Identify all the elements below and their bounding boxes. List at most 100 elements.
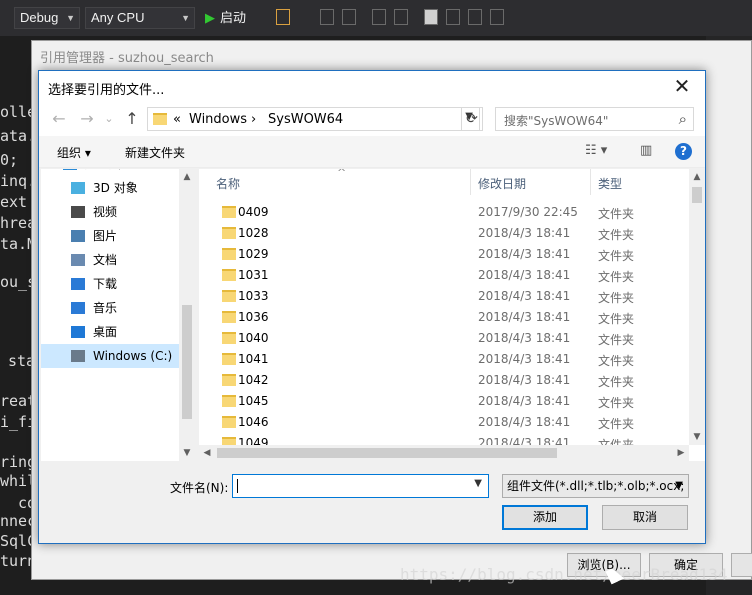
address-segment-syswow64[interactable]: SysWOW64 [268, 112, 343, 127]
chevron-down-icon[interactable]: ▼ [474, 478, 482, 489]
column-type[interactable]: 类型 [598, 175, 622, 192]
nav-item[interactable]: 桌面 [41, 320, 181, 344]
view-options-icon[interactable]: ☷ ▾ [585, 143, 607, 158]
3d-objects-icon [71, 182, 85, 194]
file-type: 文件夹 [598, 354, 635, 368]
toolbar-icon[interactable] [446, 9, 460, 25]
file-row[interactable]: 1029 2018/4/3 18:41 文件夹 [199, 244, 689, 265]
config-combo-value: Debug [20, 10, 59, 25]
scroll-left-icon[interactable]: ◀ [199, 445, 215, 461]
file-row[interactable]: 0409 2017/9/30 22:45 文件夹 [199, 202, 689, 223]
search-input[interactable]: 搜索"SysWOW64" ⌕ [495, 107, 694, 131]
nav-item-label: 音乐 [93, 301, 118, 315]
recent-locations-icon[interactable]: ⌄ [99, 109, 119, 129]
file-row[interactable]: 1045 2018/4/3 18:41 文件夹 [199, 391, 689, 412]
scroll-up-icon[interactable]: ▲ [689, 169, 705, 185]
search-placeholder: 搜索"SysWOW64" [504, 114, 609, 128]
documents-icon [71, 254, 85, 266]
folder-icon [222, 248, 236, 260]
bookmark-icon[interactable] [424, 9, 438, 25]
add-button[interactable]: 添加 [502, 505, 588, 530]
column-separator[interactable] [470, 169, 471, 195]
toolbar-icon[interactable] [394, 9, 408, 25]
address-bar[interactable]: « Windows › SysWOW64 ▼ [147, 107, 480, 131]
help-icon[interactable]: ? [675, 143, 692, 160]
file-name: 1042 [238, 373, 269, 387]
start-label: 启动 [220, 10, 247, 25]
nav-item-label: 桌面 [93, 325, 118, 339]
cancel-button[interactable] [731, 553, 752, 577]
file-type-select[interactable]: 组件文件(*.dll;*.tlb;*.olb;*.ocx; ▼ [502, 474, 689, 498]
file-row[interactable]: 1041 2018/4/3 18:41 文件夹 [199, 349, 689, 370]
address-prefix[interactable]: « [173, 112, 181, 127]
toolbar-icon[interactable] [342, 9, 356, 25]
up-arrow-icon[interactable]: ↑ [122, 109, 142, 129]
filename-input[interactable]: ▼ [232, 474, 489, 498]
start-button[interactable]: ▶ 启动 [205, 7, 246, 29]
file-name: 1033 [238, 289, 269, 303]
toolbar-icon[interactable] [468, 9, 482, 25]
toolbar-icon[interactable] [276, 9, 290, 25]
config-combo[interactable]: Debug ▼ [14, 7, 80, 29]
navigation-pane-scrollbar[interactable]: ▲ ▼ [179, 169, 195, 461]
file-row[interactable]: 1031 2018/4/3 18:41 文件夹 [199, 265, 689, 286]
file-row[interactable]: 1036 2018/4/3 18:41 文件夹 [199, 307, 689, 328]
file-type-value: 组件文件(*.dll;*.tlb;*.olb;*.ocx; [507, 479, 685, 493]
nav-item-label: 文档 [93, 253, 118, 267]
nav-item[interactable]: 文档 [41, 248, 181, 272]
file-date: 2018/4/3 18:41 [478, 415, 571, 429]
scroll-up-icon[interactable]: ▲ [179, 169, 195, 185]
file-list[interactable]: 名称 ^ 修改日期 类型 0409 2017/9/30 22:45 文件夹 1028 2… [199, 169, 705, 461]
nav-item[interactable]: 视频 [41, 200, 181, 224]
forward-arrow-icon[interactable]: → [77, 109, 97, 129]
platform-combo[interactable]: Any CPU ▼ [85, 7, 195, 29]
new-folder-button[interactable]: 新建文件夹 [125, 144, 185, 161]
file-date: 2018/4/3 18:41 [478, 247, 571, 261]
file-date: 2018/4/3 18:41 [478, 268, 571, 282]
desktop-icon [71, 326, 85, 338]
nav-item[interactable]: 3D 对象 [41, 176, 181, 200]
address-segment-windows[interactable]: Windows [189, 112, 247, 127]
file-date: 2018/4/3 18:41 [478, 394, 571, 408]
scroll-down-icon[interactable]: ▼ [179, 445, 195, 461]
folder-icon [222, 206, 236, 218]
code-line: 0; [0, 151, 19, 169]
column-date[interactable]: 修改日期 [478, 175, 526, 192]
scrollbar-thumb[interactable] [692, 187, 702, 203]
scroll-down-icon[interactable]: ▼ [689, 429, 705, 445]
close-icon[interactable]: ✕ [659, 71, 705, 102]
file-row[interactable]: 1046 2018/4/3 18:41 文件夹 [199, 412, 689, 433]
hscrollbar-thumb[interactable] [217, 448, 557, 458]
preview-pane-icon[interactable]: ▥ [640, 143, 652, 158]
cancel-button[interactable]: 取消 [602, 505, 688, 530]
nav-item[interactable]: 图片 [41, 224, 181, 248]
file-name: 1036 [238, 310, 269, 324]
navigation-pane[interactable]: Windows (C:)桌面音乐下载文档图片视频3D 对象此电脑OneDrive… [41, 169, 195, 461]
toolbar-icon[interactable] [320, 9, 334, 25]
toolbar-icon[interactable] [372, 9, 386, 25]
file-row[interactable]: 1040 2018/4/3 18:41 文件夹 [199, 328, 689, 349]
file-row[interactable]: 1028 2018/4/3 18:41 文件夹 [199, 223, 689, 244]
refresh-icon[interactable]: ⟳ [461, 107, 483, 131]
dialog-titlebar: 选择要引用的文件... ✕ [39, 71, 705, 102]
column-separator[interactable] [590, 169, 591, 195]
file-list-scrollbar[interactable]: ▲ ▼ [689, 169, 705, 445]
file-row[interactable]: 1033 2018/4/3 18:41 文件夹 [199, 286, 689, 307]
nav-item[interactable]: Windows (C:) [41, 344, 181, 368]
nav-item[interactable]: 音乐 [41, 296, 181, 320]
organize-button[interactable]: 组织 ▾ [57, 144, 91, 161]
scroll-right-icon[interactable]: ▶ [673, 445, 689, 461]
file-row[interactable]: 1042 2018/4/3 18:41 文件夹 [199, 370, 689, 391]
folder-icon [222, 353, 236, 365]
back-arrow-icon[interactable]: ← [49, 109, 69, 129]
computer-icon [63, 169, 77, 170]
search-icon[interactable]: ⌕ [679, 110, 687, 128]
file-name: 1046 [238, 415, 269, 429]
column-name[interactable]: 名称 [216, 175, 240, 192]
scrollbar-thumb[interactable] [182, 305, 192, 419]
file-list-hscrollbar[interactable]: ◀ ▶ [199, 445, 689, 461]
nav-item[interactable]: 此电脑 [41, 169, 181, 176]
nav-item[interactable]: 下载 [41, 272, 181, 296]
chevron-down-icon: ▼ [675, 480, 683, 491]
toolbar-icon[interactable] [490, 9, 504, 25]
